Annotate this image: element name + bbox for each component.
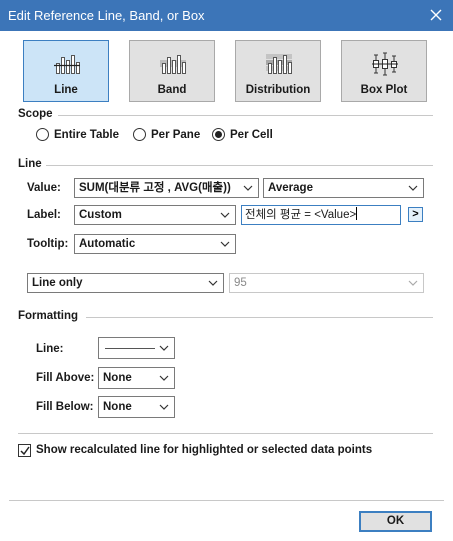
line-format-label: Line: [36, 343, 64, 355]
scope-divider [58, 115, 433, 116]
formatting-section-title: Formatting [18, 310, 79, 322]
chevron-down-icon [220, 241, 230, 247]
text-caret [356, 207, 358, 220]
type-distribution-button[interactable]: Distribution [235, 40, 321, 102]
recalc-label[interactable]: Show recalculated line for highlighted o… [36, 444, 372, 456]
line-section-title: Line [18, 158, 42, 170]
chevron-down-icon [220, 212, 230, 218]
type-distribution-label: Distribution [245, 84, 311, 96]
title-bar: Edit Reference Line, Band, or Box [0, 0, 453, 31]
radio-circle [36, 128, 49, 141]
confidence-dropdown: 95 [229, 273, 424, 293]
recalc-checkbox[interactable] [18, 444, 31, 457]
fill-below-label: Fill Below: [36, 401, 94, 413]
line-style-dropdown[interactable]: Line only [27, 273, 224, 293]
fill-above-dropdown[interactable]: None [98, 367, 175, 389]
type-band-label: Band [157, 84, 187, 96]
chevron-down-icon [159, 404, 169, 410]
scope-entire-table-radio[interactable]: Entire Table [36, 128, 119, 141]
scope-entire-table-label: Entire Table [54, 128, 119, 141]
ok-button[interactable]: OK [359, 511, 432, 532]
tooltip-dropdown[interactable]: Automatic [74, 234, 236, 254]
type-box-plot-button[interactable]: Box Plot [341, 40, 427, 102]
type-line-button[interactable]: Line [23, 40, 109, 102]
confidence-text: 95 [234, 277, 247, 289]
box-plot-icon [372, 52, 398, 76]
value-field-text: SUM(대분류 고정 , AVG(매출)) [79, 182, 231, 194]
scope-per-pane-label: Per Pane [151, 128, 201, 141]
line-sample-icon [105, 348, 155, 349]
checkmark-icon [20, 446, 30, 456]
aggregation-text: Average [268, 182, 313, 194]
band-chart-icon [160, 55, 186, 74]
scope-per-cell-radio[interactable]: Per Cell [212, 128, 273, 141]
close-icon [430, 9, 442, 21]
scope-section-title: Scope [18, 108, 53, 120]
window-title: Edit Reference Line, Band, or Box [8, 8, 205, 23]
value-field-dropdown[interactable]: SUM(대분류 고정 , AVG(매출)) [74, 178, 259, 198]
scope-per-pane-radio[interactable]: Per Pane [133, 128, 200, 141]
chevron-down-icon [408, 280, 418, 286]
line-chart-icon [54, 55, 80, 74]
chevron-down-icon [159, 345, 169, 351]
radio-circle [133, 128, 146, 141]
close-button[interactable] [419, 0, 453, 31]
chevron-down-icon [408, 185, 418, 191]
formatting-divider [86, 317, 433, 318]
type-line-label: Line [54, 84, 78, 96]
chevron-down-icon [208, 280, 218, 286]
line-style-text: Line only [32, 277, 83, 289]
type-band-button[interactable]: Band [129, 40, 215, 102]
distribution-chart-icon [266, 54, 292, 74]
fill-above-label: Fill Above: [36, 372, 95, 384]
line-divider [46, 165, 433, 166]
custom-label-text: 전체의 평균 = <Value> [245, 209, 357, 221]
label-type-dropdown[interactable]: Custom [74, 205, 236, 225]
line-format-dropdown[interactable] [98, 337, 175, 359]
recalc-divider [18, 433, 433, 434]
custom-label-input[interactable]: 전체의 평균 = <Value> [241, 205, 401, 225]
radio-circle-selected [212, 128, 225, 141]
label-label: Label: [27, 209, 61, 221]
scope-per-cell-label: Per Cell [230, 128, 273, 141]
footer-divider [9, 500, 444, 501]
value-label: Value: [27, 182, 61, 194]
aggregation-dropdown[interactable]: Average [263, 178, 424, 198]
chevron-down-icon [159, 375, 169, 381]
fill-below-dropdown[interactable]: None [98, 396, 175, 418]
tooltip-label: Tooltip: [27, 238, 69, 250]
fill-above-text: None [103, 372, 132, 384]
type-box-plot-label: Box Plot [360, 84, 408, 96]
chevron-down-icon [243, 185, 253, 191]
fill-below-text: None [103, 401, 132, 413]
label-type-text: Custom [79, 209, 122, 221]
insert-field-button[interactable]: > [408, 207, 423, 222]
tooltip-text: Automatic [79, 238, 136, 250]
